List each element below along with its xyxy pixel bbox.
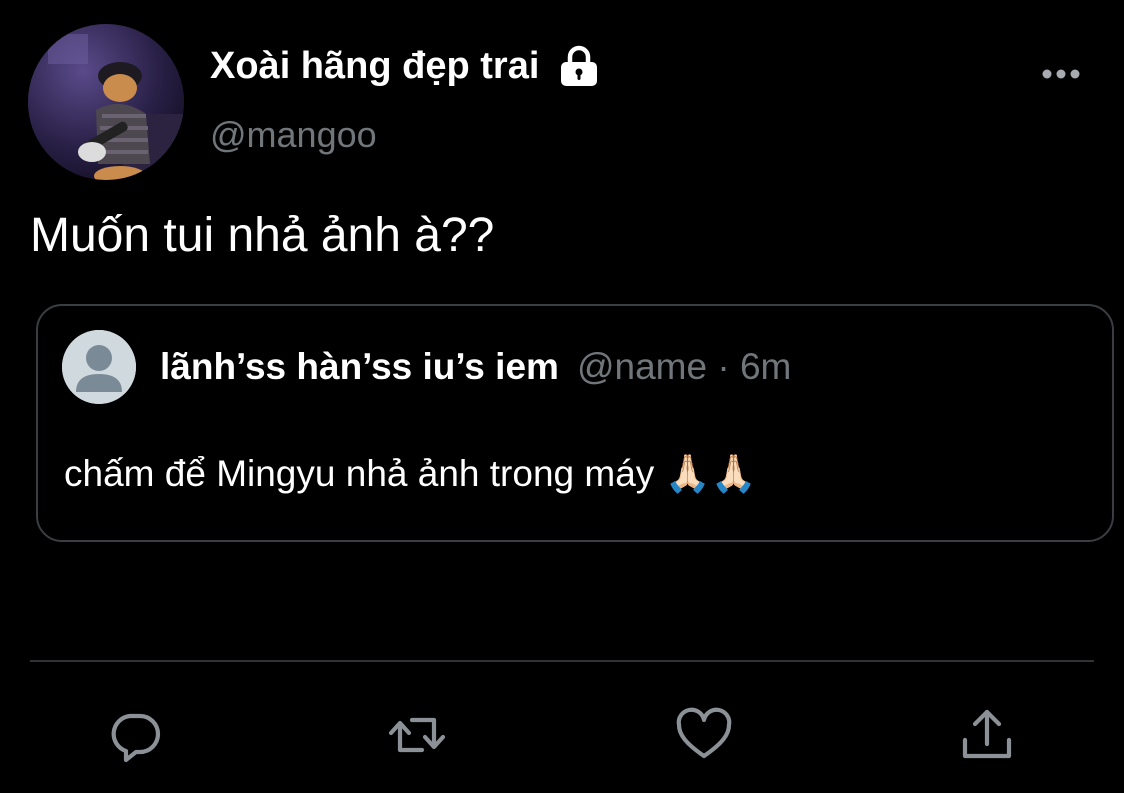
more-horizontal-icon[interactable] <box>1040 62 1082 86</box>
avatar-image <box>28 24 184 180</box>
default-avatar-icon <box>62 330 136 404</box>
share-icon <box>962 709 1012 759</box>
retweet-button[interactable] <box>388 706 446 764</box>
author-handle[interactable]: @mangoo <box>210 114 377 156</box>
author-avatar[interactable] <box>28 24 184 180</box>
lock-icon <box>557 44 601 88</box>
quoted-tweet-card[interactable]: lãnh’ss hàn’ss iu’s iem @name · 6m chấm đ… <box>36 304 1114 542</box>
heart-icon <box>676 707 732 759</box>
quote-text: chấm để Mingyu nhả ảnh trong máy 🙏🏻🙏🏻 <box>64 452 757 496</box>
author-name-text: Xoài hãng đẹp trai <box>210 44 540 87</box>
tweet-text: Muốn tui nhả ảnh à?? <box>30 209 495 262</box>
author-display-name[interactable]: Xoài hãng đẹp trai <box>210 44 601 88</box>
share-button[interactable] <box>958 706 1016 764</box>
quote-text-body: chấm để Mingyu nhả ảnh trong máy <box>64 453 655 494</box>
quote-author-avatar[interactable] <box>62 330 136 404</box>
reply-icon <box>111 713 161 763</box>
quote-timestamp[interactable]: 6m <box>740 346 791 387</box>
reply-button[interactable] <box>106 706 164 764</box>
quote-separator: · <box>717 346 730 387</box>
quote-emoji: 🙏🏻🙏🏻 <box>664 452 757 495</box>
quote-author-handle[interactable]: @name <box>577 346 707 387</box>
retweet-icon <box>388 717 446 753</box>
divider <box>30 660 1094 662</box>
quote-header: lãnh’ss hàn’ss iu’s iem @name · 6m <box>160 346 791 388</box>
quote-author-name[interactable]: lãnh’ss hàn’ss iu’s iem <box>160 346 559 387</box>
like-button[interactable] <box>675 706 733 764</box>
